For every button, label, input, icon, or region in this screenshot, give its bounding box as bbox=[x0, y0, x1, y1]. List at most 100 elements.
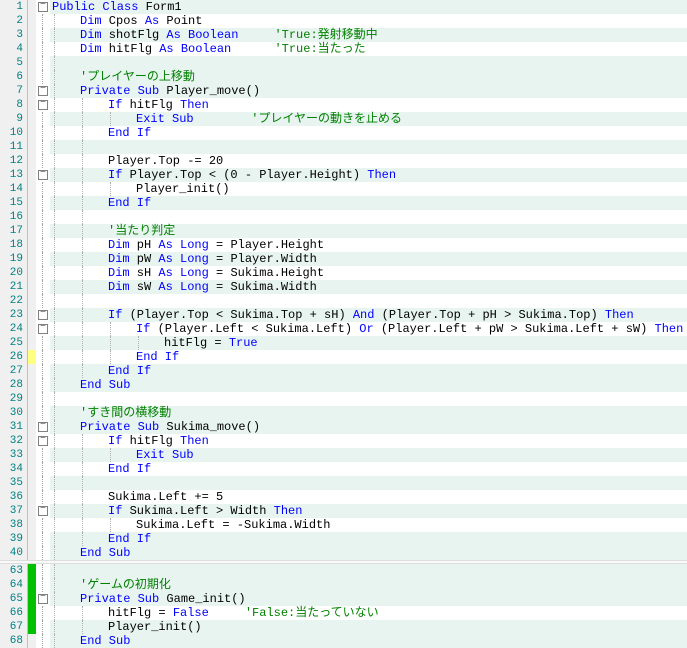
code-text[interactable]: End Sub bbox=[78, 378, 687, 392]
code-text[interactable]: Dim sH As Long = Sukima.Height bbox=[106, 266, 687, 280]
code-line[interactable]: 26End If bbox=[0, 350, 687, 364]
code-line[interactable]: 9Exit Sub 'プレイヤーの動きを止める bbox=[0, 112, 687, 126]
code-text[interactable]: Public Class Form1 bbox=[50, 0, 687, 14]
code-text[interactable] bbox=[106, 476, 687, 490]
code-line[interactable]: 37If Sukima.Left > Width Then bbox=[0, 504, 687, 518]
code-text[interactable]: hitFlg = True bbox=[162, 336, 687, 350]
code-line[interactable]: 39End If bbox=[0, 532, 687, 546]
code-line[interactable]: 7Private Sub Player_move() bbox=[0, 84, 687, 98]
code-line[interactable]: 29 bbox=[0, 392, 687, 406]
code-text[interactable]: End If bbox=[106, 462, 687, 476]
fold-toggle-icon[interactable] bbox=[36, 84, 50, 98]
code-line[interactable]: 66hitFlg = False 'False:当たっていない bbox=[0, 606, 687, 620]
code-text[interactable]: If hitFlg Then bbox=[106, 98, 687, 112]
code-text[interactable]: Exit Sub bbox=[134, 448, 687, 462]
code-line[interactable]: 24If (Player.Left < Sukima.Left) Or (Pla… bbox=[0, 322, 687, 336]
code-text[interactable]: Sukima.Left += 5 bbox=[106, 490, 687, 504]
code-line[interactable]: 10End If bbox=[0, 126, 687, 140]
fold-toggle-icon[interactable] bbox=[36, 322, 50, 336]
code-text[interactable]: Player_init() bbox=[106, 620, 687, 634]
fold-toggle-icon[interactable] bbox=[36, 168, 50, 182]
code-line[interactable]: 64'ゲームの初期化 bbox=[0, 578, 687, 592]
fold-toggle-icon[interactable] bbox=[36, 504, 50, 518]
code-line[interactable]: 30'すき間の横移動 bbox=[0, 406, 687, 420]
fold-toggle-icon[interactable] bbox=[36, 98, 50, 112]
code-line[interactable]: 17'当たり判定 bbox=[0, 224, 687, 238]
code-text[interactable]: Dim sW As Long = Sukima.Width bbox=[106, 280, 687, 294]
code-text[interactable]: If Sukima.Left > Width Then bbox=[106, 504, 687, 518]
code-line[interactable]: 5 bbox=[0, 56, 687, 70]
code-text[interactable]: End If bbox=[106, 364, 687, 378]
code-text[interactable]: End Sub bbox=[78, 634, 687, 648]
fold-toggle-icon[interactable] bbox=[36, 308, 50, 322]
code-line[interactable]: 6'プレイヤーの上移動 bbox=[0, 70, 687, 84]
code-text[interactable]: 'ゲームの初期化 bbox=[78, 578, 687, 592]
code-line[interactable]: 36Sukima.Left += 5 bbox=[0, 490, 687, 504]
code-text[interactable]: If hitFlg Then bbox=[106, 434, 687, 448]
code-text[interactable]: End If bbox=[134, 350, 687, 364]
code-line[interactable]: 2Dim Cpos As Point bbox=[0, 14, 687, 28]
code-line[interactable]: 31Private Sub Sukima_move() bbox=[0, 420, 687, 434]
code-line[interactable]: 19Dim pW As Long = Player.Width bbox=[0, 252, 687, 266]
code-line[interactable]: 14Player_init() bbox=[0, 182, 687, 196]
code-text[interactable]: End If bbox=[106, 196, 687, 210]
code-text[interactable]: If (Player.Left < Sukima.Left) Or (Playe… bbox=[134, 322, 687, 336]
code-line[interactable]: 18Dim pH As Long = Player.Height bbox=[0, 238, 687, 252]
code-line[interactable]: 11 bbox=[0, 140, 687, 154]
code-line[interactable]: 1Public Class Form1 bbox=[0, 0, 687, 14]
code-text[interactable]: Player.Top -= 20 bbox=[106, 154, 687, 168]
code-line[interactable]: 27End If bbox=[0, 364, 687, 378]
code-text[interactable]: Dim hitFlg As Boolean 'True:当たった bbox=[78, 42, 687, 56]
code-line[interactable]: 35 bbox=[0, 476, 687, 490]
code-line[interactable]: 4Dim hitFlg As Boolean 'True:当たった bbox=[0, 42, 687, 56]
code-line[interactable]: 3Dim shotFlg As Boolean 'True:発射移動中 bbox=[0, 28, 687, 42]
code-line[interactable]: 12Player.Top -= 20 bbox=[0, 154, 687, 168]
code-text[interactable]: Dim shotFlg As Boolean 'True:発射移動中 bbox=[78, 28, 687, 42]
fold-toggle-icon[interactable] bbox=[36, 434, 50, 448]
code-text[interactable]: Exit Sub 'プレイヤーの動きを止める bbox=[134, 112, 687, 126]
code-line[interactable]: 68End Sub bbox=[0, 634, 687, 648]
code-line[interactable]: 38Sukima.Left = -Sukima.Width bbox=[0, 518, 687, 532]
code-text[interactable]: Private Sub Player_move() bbox=[78, 84, 687, 98]
code-text[interactable]: End Sub bbox=[78, 546, 687, 560]
code-line[interactable]: 63 bbox=[0, 564, 687, 578]
code-text[interactable]: 'プレイヤーの上移動 bbox=[78, 70, 687, 84]
code-line[interactable]: 25hitFlg = True bbox=[0, 336, 687, 350]
code-text[interactable]: If (Player.Top < Sukima.Top + sH) And (P… bbox=[106, 308, 687, 322]
code-text[interactable] bbox=[78, 564, 687, 578]
code-line[interactable]: 16 bbox=[0, 210, 687, 224]
fold-toggle-icon[interactable] bbox=[36, 592, 50, 606]
code-text[interactable]: End If bbox=[106, 126, 687, 140]
code-text[interactable] bbox=[106, 140, 687, 154]
code-line[interactable]: 65Private Sub Game_init() bbox=[0, 592, 687, 606]
code-text[interactable]: Dim pW As Long = Player.Width bbox=[106, 252, 687, 266]
code-line[interactable]: 23If (Player.Top < Sukima.Top + sH) And … bbox=[0, 308, 687, 322]
code-text[interactable]: '当たり判定 bbox=[106, 224, 687, 238]
code-line[interactable]: 20Dim sH As Long = Sukima.Height bbox=[0, 266, 687, 280]
code-text[interactable] bbox=[106, 294, 687, 308]
code-line[interactable]: 21Dim sW As Long = Sukima.Width bbox=[0, 280, 687, 294]
code-text[interactable]: Player_init() bbox=[134, 182, 687, 196]
code-text[interactable]: If Player.Top < (0 - Player.Height) Then bbox=[106, 168, 687, 182]
code-line[interactable]: 67Player_init() bbox=[0, 620, 687, 634]
code-line[interactable]: 28End Sub bbox=[0, 378, 687, 392]
code-text[interactable] bbox=[78, 392, 687, 406]
code-line[interactable]: 32If hitFlg Then bbox=[0, 434, 687, 448]
code-line[interactable]: 8If hitFlg Then bbox=[0, 98, 687, 112]
code-text[interactable]: End If bbox=[106, 532, 687, 546]
code-block-main[interactable]: 1Public Class Form12Dim Cpos As Point3Di… bbox=[0, 0, 687, 560]
fold-toggle-icon[interactable] bbox=[36, 0, 50, 14]
code-text[interactable]: Private Sub Sukima_move() bbox=[78, 420, 687, 434]
code-text[interactable] bbox=[106, 210, 687, 224]
code-line[interactable]: 40End Sub bbox=[0, 546, 687, 560]
code-line[interactable]: 34End If bbox=[0, 462, 687, 476]
code-text[interactable]: Sukima.Left = -Sukima.Width bbox=[134, 518, 687, 532]
code-text[interactable]: hitFlg = False 'False:当たっていない bbox=[106, 606, 687, 620]
code-line[interactable]: 33Exit Sub bbox=[0, 448, 687, 462]
code-text[interactable]: Dim pH As Long = Player.Height bbox=[106, 238, 687, 252]
code-line[interactable]: 22 bbox=[0, 294, 687, 308]
fold-toggle-icon[interactable] bbox=[36, 420, 50, 434]
code-line[interactable]: 13If Player.Top < (0 - Player.Height) Th… bbox=[0, 168, 687, 182]
code-text[interactable]: 'すき間の横移動 bbox=[78, 406, 687, 420]
code-text[interactable]: Dim Cpos As Point bbox=[78, 14, 687, 28]
